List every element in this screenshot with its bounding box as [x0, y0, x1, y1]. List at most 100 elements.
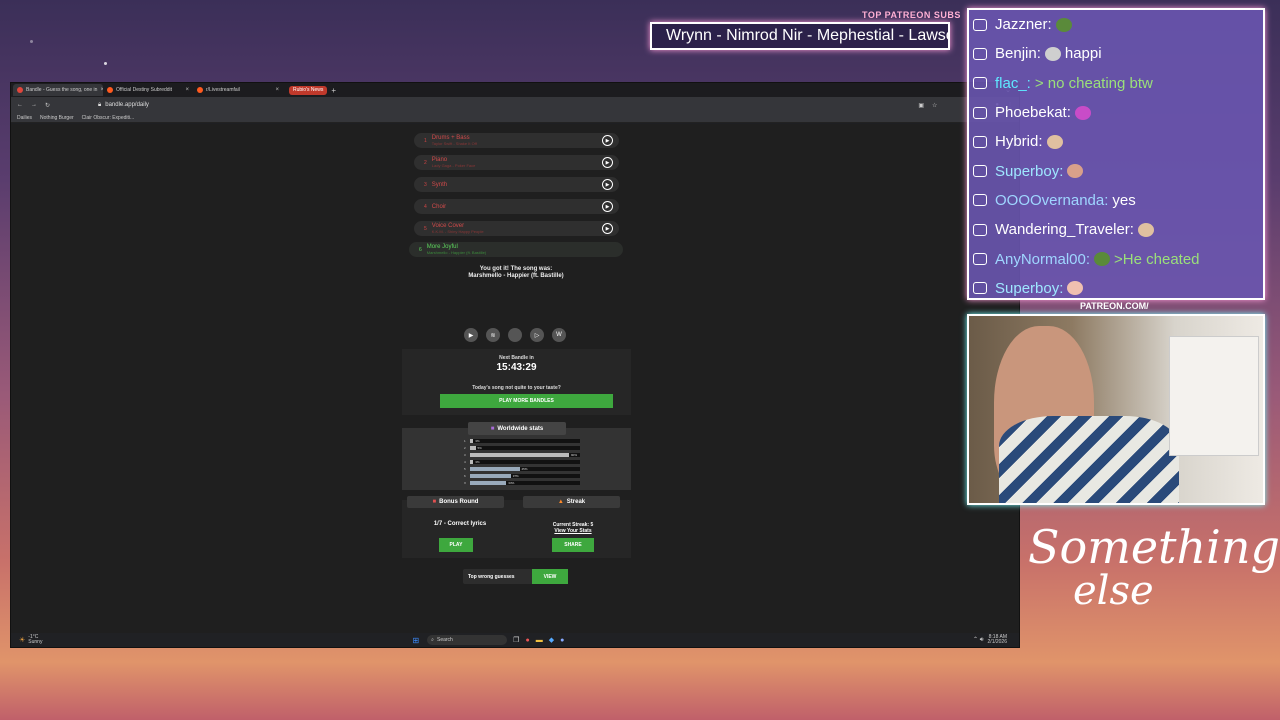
close-icon[interactable]: ×	[185, 87, 189, 93]
stats-bar-track: 3%	[470, 439, 580, 443]
chat-badge-icon	[973, 106, 987, 119]
chat-username[interactable]: OOOOvernanda:	[995, 192, 1108, 209]
system-tray-icons[interactable]: ⌃ 🔊︎	[973, 636, 983, 644]
weather-widget[interactable]: -1°C Sunny	[28, 635, 42, 645]
extension-icon[interactable]: ▣	[918, 102, 924, 109]
play-icon[interactable]: ▶	[602, 157, 613, 168]
chat-username[interactable]: Jazzner:	[995, 16, 1052, 33]
bonus-play-button[interactable]: PLAY	[439, 538, 473, 552]
clip-name: Choir	[431, 203, 447, 210]
discord-icon[interactable]: ●	[560, 637, 564, 644]
weather-icon: ☀	[19, 637, 26, 644]
patreon-subs-ticker: Wrynn - Nimrod Nir - Mephestial - Lawson	[650, 22, 950, 50]
close-icon[interactable]: ×	[275, 87, 279, 93]
chat-badge-icon	[973, 18, 987, 31]
wikipedia-icon[interactable]: W	[552, 328, 566, 342]
new-tab-icon[interactable]: +	[331, 86, 336, 95]
tab-livestreamfail[interactable]: r/Livestreamfail ×	[193, 84, 283, 96]
fire-icon: ▲	[557, 499, 564, 505]
chat-username[interactable]: Benjin:	[995, 45, 1041, 62]
play-icon[interactable]: ▶	[602, 179, 613, 190]
play-icon[interactable]: ▶	[602, 135, 613, 146]
chat-badge-icon	[973, 194, 987, 207]
play-icon[interactable]: ▷	[530, 328, 544, 342]
view-button[interactable]: VIEW	[532, 569, 568, 584]
chat-username[interactable]: AnyNormal00:	[995, 251, 1090, 268]
bandle-page: 1 Drums + Bass Taylor Swift - Shake It Of…	[11, 124, 1019, 633]
chat-username[interactable]: Hybrid:	[995, 133, 1043, 150]
play-icon[interactable]: ▶	[602, 201, 613, 212]
gift-icon: ■	[432, 499, 437, 505]
chat-username[interactable]: Superboy:	[995, 163, 1063, 180]
patreon-url: PATREON.COM/	[1080, 301, 1149, 311]
clip-row[interactable]: 4 Choir ▶	[414, 199, 619, 214]
chat-badge-icon	[973, 282, 987, 295]
bookmark-star-icon[interactable]: ☆	[932, 102, 937, 109]
file-explorer-icon[interactable]: ▬	[536, 637, 543, 644]
chat-message: Hybrid:	[969, 127, 1263, 156]
chat-emote-icon	[1067, 164, 1084, 179]
clip-row-correct[interactable]: 6 More Joyful Marshmello - Happier (ft. B…	[409, 242, 623, 257]
clip-row[interactable]: 1 Drums + Bass Taylor Swift - Shake It Of…	[414, 133, 619, 148]
chat-message: Wandering_Traveler:	[969, 215, 1263, 244]
stats-bar-pct: 37%	[512, 474, 519, 478]
bonus-round-panel: 1/7 - Correct lyrics PLAY	[402, 500, 518, 558]
logo-line-1: Something	[1028, 520, 1280, 574]
stats-bar-track: 5%	[470, 446, 580, 450]
worldwide-stats-tab[interactable]: ■ Worldwide stats	[468, 422, 566, 435]
forward-icon[interactable]: →	[31, 102, 37, 108]
clip-guess: Marshmello - Happier (ft. Bastille)	[426, 249, 487, 255]
reload-icon[interactable]: ↻	[45, 102, 50, 109]
tab-bandle[interactable]: Bandle - Guess the song, one in ×	[13, 84, 103, 96]
chat-message: OOOOvernanda: yes	[969, 186, 1263, 215]
back-icon[interactable]: ←	[17, 102, 23, 108]
address-bar[interactable]: 🔒︎ bandle.app/daily	[98, 102, 149, 109]
stats-bar-track: 45%	[470, 467, 580, 471]
top-wrong-guesses: Top wrong guesses VIEW	[463, 569, 568, 584]
taskbar-search[interactable]: ⌕ Search	[427, 635, 508, 645]
clock[interactable]: 8:18 AM 2/1/2026	[988, 635, 1007, 645]
share-button[interactable]: SHARE	[552, 538, 594, 552]
task-view-icon[interactable]: ❐	[513, 636, 519, 644]
chat-username[interactable]: flac_:	[995, 75, 1031, 92]
steam-icon[interactable]: ◆	[549, 636, 554, 644]
stats-bar	[470, 474, 511, 478]
bookmark-nothing-burger[interactable]: Nothing Burger	[40, 115, 74, 121]
chrome-icon[interactable]: ●	[525, 637, 529, 644]
streamer-sweater	[999, 416, 1179, 503]
clip-row[interactable]: 5 Voice Cover K.K.M. - Shiny Happy People…	[414, 221, 619, 236]
stats-bar-row: 1 3%	[464, 439, 580, 443]
windows-start-icon[interactable]: ⊞	[412, 636, 419, 645]
stats-bar-row: 5 45%	[464, 467, 580, 471]
apple-music-icon[interactable]	[508, 328, 522, 342]
play-more-button[interactable]: PLAY MORE BANDLES	[440, 394, 613, 408]
spotify-icon[interactable]: ≋	[486, 328, 500, 342]
wrong-guesses-label: Top wrong guesses	[468, 573, 515, 580]
chat-username[interactable]: Phoebekat:	[995, 104, 1071, 121]
chat-message: flac_: > no cheating btw	[969, 69, 1263, 98]
play-icon[interactable]: ▶	[602, 223, 613, 234]
stats-bar-pct: 45%	[521, 467, 528, 471]
bookmark-dailies[interactable]: Dailies	[17, 115, 32, 121]
tab-destiny-subreddit[interactable]: Official Destiny Subreddit ×	[103, 84, 193, 96]
globe-icon: ■	[490, 425, 495, 432]
search-label: Search	[436, 637, 453, 643]
view-stats-link[interactable]: View Your Stats	[515, 528, 631, 534]
stats-bar-pct: 33%	[508, 481, 515, 485]
clip-number: 5	[424, 225, 427, 232]
dresser	[1169, 336, 1259, 456]
clip-row[interactable]: 3 Synth ▶	[414, 177, 619, 192]
chat-username[interactable]: Wandering_Traveler:	[995, 221, 1134, 238]
chat-text: yes	[1112, 191, 1136, 209]
url-text: bandle.app/daily	[105, 102, 149, 108]
clip-row[interactable]: 2 Piano Lady Gaga - Poker Face ▶	[414, 155, 619, 170]
bandle-icon	[17, 87, 23, 93]
browser-toolbar: ← → ↻ 🔒︎ bandle.app/daily ▣ ☆ ● ⋮	[11, 97, 1019, 113]
chat-emote-icon	[1067, 281, 1084, 296]
chat-username[interactable]: Superboy:	[995, 280, 1063, 297]
bookmark-clair-obscur[interactable]: Clair Obscur: Expediti...	[82, 115, 135, 121]
tab-group-rubios-news[interactable]: Rubio's News	[289, 85, 328, 95]
stats-bar-track: 33%	[470, 481, 580, 485]
chat-message: Jazzner:	[969, 10, 1263, 39]
youtube-icon[interactable]: ▶	[464, 328, 478, 342]
